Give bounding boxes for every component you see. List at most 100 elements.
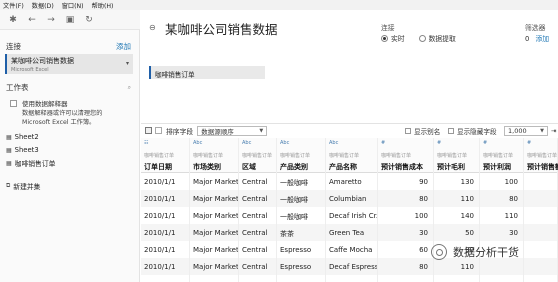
show-alias-checkbox[interactable]	[405, 127, 411, 134]
field-type-icon[interactable]: #	[437, 140, 441, 146]
sheet-label: Sheet3	[14, 146, 39, 154]
show-hidden-toggle[interactable]: 显示隐藏字段	[448, 126, 497, 136]
extract-radio[interactable]	[418, 34, 426, 42]
grid-column: # 咖啡销售订单预计销售额	[524, 138, 558, 282]
column-name: 预计毛利	[437, 163, 465, 171]
main-area: ⊖ 某咖啡公司销售数据 连接 实时 数据提取 筛选器 0 添加 咖啡销售订单 排…	[141, 10, 558, 282]
more-icon[interactable]: ⇥	[551, 127, 556, 135]
table-cell: Decaf Espresso	[329, 263, 377, 271]
sort-select[interactable]: 数据源顺序 ▼	[197, 125, 268, 136]
table-cell: 2010/1/1	[144, 229, 176, 237]
show-alias-toggle[interactable]: 显示别名	[405, 126, 440, 136]
column-name: 预计销售成本	[381, 163, 423, 171]
column-header[interactable]: # 咖啡销售订单 预计销售成本	[378, 138, 433, 173]
add-connection-link[interactable]: 添加	[116, 41, 131, 52]
interpreter-toggle[interactable]: 使用数据解释器	[10, 98, 68, 108]
data-source-panel: 连接 添加 某咖啡公司销售数据 Microsoft Excel ▾ 工作表 ⌕ …	[0, 30, 140, 282]
menu-window[interactable]: 窗口(N)	[62, 1, 84, 10]
page-title[interactable]: 某咖啡公司销售数据	[165, 19, 278, 38]
sheet-label: 咖啡销售订单	[14, 160, 56, 168]
connection-name: 某咖啡公司销售数据	[11, 57, 74, 65]
field-type-icon[interactable]: #	[483, 140, 487, 146]
menu-file[interactable]: 文件(F)	[3, 1, 24, 10]
column-header[interactable]: # 咖啡销售订单 预计毛利	[434, 138, 479, 173]
field-type-icon[interactable]: ☷	[144, 140, 148, 146]
table-cell: Columbian	[329, 195, 367, 203]
column-source: 咖啡销售订单	[193, 153, 224, 159]
search-icon[interactable]: ⌕	[128, 84, 131, 92]
column-name: 预计销售额	[527, 163, 558, 171]
column-source: 咖啡销售订单	[483, 153, 514, 159]
list-view-icon[interactable]	[155, 127, 162, 134]
live-label: 实时	[391, 35, 405, 43]
table-cell: 100	[504, 178, 518, 186]
save-icon[interactable]: ▣	[63, 13, 77, 27]
table-cell: Caffe Mocha	[329, 246, 373, 254]
table-cell: 80	[419, 263, 428, 271]
table-cell: 50	[465, 229, 474, 237]
table-cell: 2010/1/1	[144, 246, 176, 254]
table-cell: Central	[242, 246, 268, 254]
grid-column: # 咖啡销售订单 预计毛利 130 110 140 50 90 110	[434, 138, 480, 282]
show-hidden-checkbox[interactable]	[448, 127, 454, 134]
watermark: 数据分析干货	[431, 244, 519, 260]
field-type-icon[interactable]: Abc	[242, 140, 251, 146]
chevron-down-icon[interactable]: ▾	[126, 60, 129, 67]
column-header[interactable]: Abc 咖啡销售订单 产品类别	[277, 138, 325, 173]
column-header[interactable]: ☷ 咖啡销售订单 订单日期	[141, 138, 189, 173]
grid-column: # 咖啡销售订单 预计利润 100 80 110 30	[480, 138, 524, 282]
column-header[interactable]: # 咖啡销售订单预计销售额	[524, 138, 558, 173]
column-name: 产品名称	[329, 163, 357, 171]
canvas-table-pill[interactable]: 咖啡销售订单	[149, 66, 265, 79]
sheet-item-sheet3[interactable]: ▦ Sheet3	[6, 146, 39, 154]
table-cell: Green Tea	[329, 229, 365, 237]
table-cell: 110	[460, 263, 474, 271]
table-cell: Central	[242, 229, 268, 237]
table-cell: 130	[460, 178, 474, 186]
table-cell: Espresso	[280, 246, 312, 254]
chevron-down-icon: ▼	[540, 127, 544, 134]
chevron-down-icon: ▼	[259, 127, 264, 134]
new-union-item[interactable]: ⧉ 新建并集	[6, 181, 40, 191]
field-type-icon[interactable]: #	[381, 140, 385, 146]
field-type-icon[interactable]: #	[527, 140, 531, 146]
table-cell	[524, 207, 557, 224]
sheet-grid-icon: ▦	[6, 146, 12, 154]
column-header[interactable]: Abc 咖啡销售订单 区域	[239, 138, 276, 173]
interpreter-checkbox[interactable]	[10, 99, 17, 107]
sheet-label: Sheet2	[14, 133, 39, 141]
new-union-label: 新建并集	[13, 183, 41, 191]
sheet-item-sheet2[interactable]: ▦ Sheet2	[6, 133, 39, 141]
column-name: 区域	[242, 163, 256, 171]
grid-view-icon[interactable]	[145, 127, 152, 134]
show-alias-label: 显示别名	[414, 127, 441, 136]
rows-select[interactable]: 1,000 ▼	[504, 125, 548, 136]
column-header[interactable]: # 咖啡销售订单 预计利润	[480, 138, 523, 173]
grid-column: Abc 咖啡销售订单 产品类别 一般咖啡 一般咖啡 一般咖啡 茶茶 Espresso Espre…	[277, 138, 326, 282]
table-cell: 30	[419, 229, 428, 237]
menu-help[interactable]: 帮助(H)	[92, 1, 114, 10]
field-type-icon[interactable]: Abc	[280, 140, 289, 146]
table-cell: Espresso	[280, 263, 312, 271]
forward-arrow-icon[interactable]: →	[44, 13, 58, 27]
table-cell: Decaf Irish Cr...	[329, 212, 377, 220]
app-logo-icon[interactable]: ✱	[6, 13, 20, 27]
column-name: 产品类别	[280, 163, 308, 171]
column-name: 订单日期	[144, 163, 172, 171]
connection-item[interactable]: 某咖啡公司销售数据 Microsoft Excel ▾	[5, 54, 133, 74]
column-header[interactable]: Abc 咖啡销售订单 产品名称	[326, 138, 377, 173]
refresh-icon[interactable]: ↻	[82, 13, 96, 27]
live-radio[interactable]	[381, 34, 388, 42]
table-cell: 2010/1/1	[144, 212, 176, 220]
grid-column: # 咖啡销售订单 预计销售成本 90 80 100 30 60 80	[378, 138, 434, 282]
table-cell	[524, 258, 557, 275]
sheet-grid-icon: ▦	[6, 133, 12, 141]
field-type-icon[interactable]: Abc	[329, 140, 338, 146]
column-header[interactable]: Abc 咖啡销售订单 市场类别	[190, 138, 238, 173]
field-type-icon[interactable]: Abc	[193, 140, 202, 146]
add-filter-link[interactable]: 添加	[536, 35, 550, 43]
menu-data[interactable]: 数据(D)	[32, 1, 54, 10]
table-cell: 80	[419, 195, 428, 203]
sheet-item-coffee-orders[interactable]: ▦ 咖啡销售订单	[6, 158, 56, 169]
back-arrow-icon[interactable]: ←	[25, 13, 39, 27]
